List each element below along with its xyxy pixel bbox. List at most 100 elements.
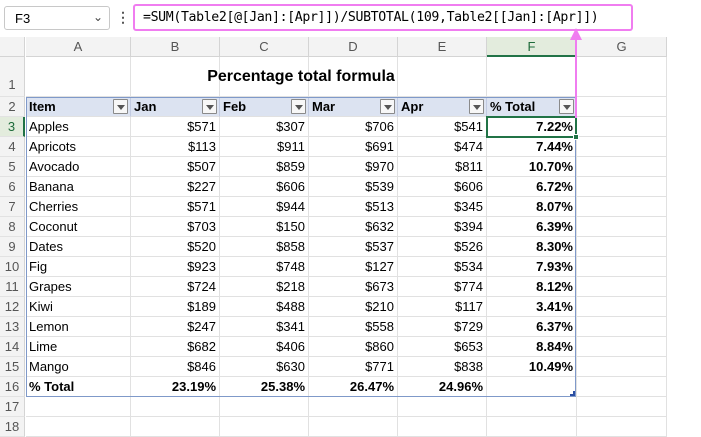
cell-empty[interactable]: [577, 317, 667, 337]
value-cell[interactable]: $150: [220, 217, 309, 237]
item-cell[interactable]: Dates: [26, 237, 131, 257]
cell-empty[interactable]: [577, 357, 667, 377]
cell-empty[interactable]: [577, 337, 667, 357]
value-cell[interactable]: 7.93%: [487, 257, 577, 277]
table-header-apr[interactable]: Apr: [398, 97, 487, 117]
value-cell[interactable]: $606: [398, 177, 487, 197]
total-value-cell[interactable]: [487, 377, 577, 397]
cell-empty[interactable]: [577, 377, 667, 397]
row-header-6[interactable]: 6: [0, 177, 25, 197]
cell-empty[interactable]: [577, 177, 667, 197]
value-cell[interactable]: $513: [309, 197, 398, 217]
value-cell[interactable]: 8.84%: [487, 337, 577, 357]
value-cell[interactable]: $630: [220, 357, 309, 377]
value-cell[interactable]: $189: [131, 297, 220, 317]
cell-empty[interactable]: [309, 397, 398, 417]
value-cell[interactable]: $307: [220, 117, 309, 137]
row-header-5[interactable]: 5: [0, 157, 25, 177]
item-cell[interactable]: Fig: [26, 257, 131, 277]
value-cell[interactable]: 10.49%: [487, 357, 577, 377]
value-cell[interactable]: $748: [220, 257, 309, 277]
value-cell[interactable]: $691: [309, 137, 398, 157]
filter-dropdown-icon[interactable]: [380, 99, 395, 114]
row-header-9[interactable]: 9: [0, 237, 25, 257]
value-cell[interactable]: $811: [398, 157, 487, 177]
cell-empty[interactable]: [398, 397, 487, 417]
value-cell[interactable]: $520: [131, 237, 220, 257]
row-header-16[interactable]: 16: [0, 377, 25, 397]
item-cell[interactable]: Banana: [26, 177, 131, 197]
value-cell[interactable]: $488: [220, 297, 309, 317]
table-header--total[interactable]: % Total: [487, 97, 577, 117]
item-cell[interactable]: Apricots: [26, 137, 131, 157]
value-cell[interactable]: $541: [398, 117, 487, 137]
row-header-15[interactable]: 15: [0, 357, 25, 377]
cell-empty[interactable]: [577, 297, 667, 317]
column-header-f[interactable]: F: [487, 37, 577, 57]
column-header-e[interactable]: E: [398, 37, 487, 57]
value-cell[interactable]: $606: [220, 177, 309, 197]
cell-empty[interactable]: [398, 417, 487, 437]
item-cell[interactable]: Grapes: [26, 277, 131, 297]
column-header-g[interactable]: G: [577, 37, 667, 57]
cell-empty[interactable]: [577, 97, 667, 117]
value-cell[interactable]: $345: [398, 197, 487, 217]
item-cell[interactable]: Cherries: [26, 197, 131, 217]
value-cell[interactable]: $682: [131, 337, 220, 357]
row-header-13[interactable]: 13: [0, 317, 25, 337]
value-cell[interactable]: $507: [131, 157, 220, 177]
table-header-jan[interactable]: Jan: [131, 97, 220, 117]
value-cell[interactable]: 6.37%: [487, 317, 577, 337]
total-label-cell[interactable]: % Total: [26, 377, 131, 397]
cell-empty[interactable]: [26, 417, 131, 437]
cell-empty[interactable]: [577, 57, 667, 97]
value-cell[interactable]: 8.30%: [487, 237, 577, 257]
value-cell[interactable]: $558: [309, 317, 398, 337]
value-cell[interactable]: $127: [309, 257, 398, 277]
cell-empty[interactable]: [577, 137, 667, 157]
cell-empty[interactable]: [309, 417, 398, 437]
value-cell[interactable]: $859: [220, 157, 309, 177]
cell-empty[interactable]: [577, 397, 667, 417]
item-cell[interactable]: Avocado: [26, 157, 131, 177]
total-value-cell[interactable]: 25.38%: [220, 377, 309, 397]
total-value-cell[interactable]: 23.19%: [131, 377, 220, 397]
value-cell[interactable]: $673: [309, 277, 398, 297]
table-header-mar[interactable]: Mar: [309, 97, 398, 117]
cell-empty[interactable]: [131, 417, 220, 437]
cell-empty[interactable]: [220, 397, 309, 417]
cell-empty[interactable]: [577, 237, 667, 257]
select-all-corner[interactable]: [0, 37, 25, 57]
cell-empty[interactable]: [577, 257, 667, 277]
row-header-17[interactable]: 17: [0, 397, 25, 417]
cell-empty[interactable]: [577, 197, 667, 217]
name-box[interactable]: F3 ⌄: [4, 6, 110, 30]
value-cell[interactable]: $838: [398, 357, 487, 377]
value-cell[interactable]: $113: [131, 137, 220, 157]
filter-dropdown-icon[interactable]: [291, 99, 306, 114]
filter-dropdown-icon[interactable]: [113, 99, 128, 114]
value-cell[interactable]: $394: [398, 217, 487, 237]
item-cell[interactable]: Coconut: [26, 217, 131, 237]
value-cell[interactable]: $539: [309, 177, 398, 197]
column-header-a[interactable]: A: [26, 37, 131, 57]
total-value-cell[interactable]: 26.47%: [309, 377, 398, 397]
table-header-feb[interactable]: Feb: [220, 97, 309, 117]
value-cell[interactable]: $117: [398, 297, 487, 317]
value-cell[interactable]: $706: [309, 117, 398, 137]
value-cell[interactable]: $970: [309, 157, 398, 177]
value-cell[interactable]: $911: [220, 137, 309, 157]
value-cell[interactable]: 3.41%: [487, 297, 577, 317]
column-header-b[interactable]: B: [131, 37, 220, 57]
value-cell[interactable]: $227: [131, 177, 220, 197]
value-cell[interactable]: 6.72%: [487, 177, 577, 197]
cell-empty[interactable]: [487, 417, 577, 437]
value-cell[interactable]: $703: [131, 217, 220, 237]
value-cell[interactable]: $923: [131, 257, 220, 277]
value-cell[interactable]: 7.22%: [487, 117, 577, 137]
filter-dropdown-icon[interactable]: [202, 99, 217, 114]
cell-empty[interactable]: [220, 417, 309, 437]
value-cell[interactable]: $526: [398, 237, 487, 257]
filter-dropdown-icon[interactable]: [559, 99, 574, 114]
fill-handle[interactable]: [573, 134, 579, 140]
